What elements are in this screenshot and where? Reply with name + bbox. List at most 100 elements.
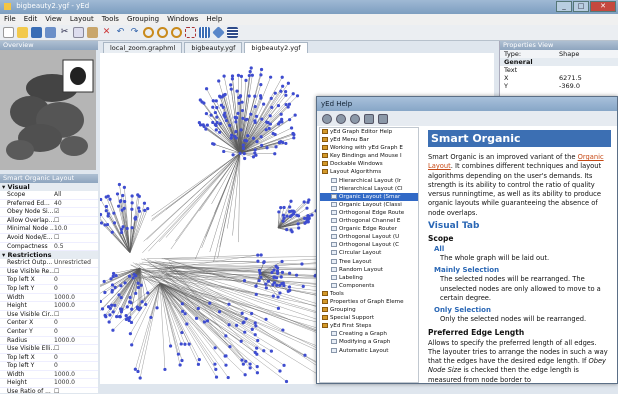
prop-y-value[interactable]: -369.0 — [559, 82, 580, 90]
layout-property-row[interactable]: Center X 0 — [0, 319, 98, 328]
help-toc-item[interactable]: yEd Menu Bar — [320, 136, 418, 144]
copy-icon[interactable] — [73, 27, 84, 38]
layout-property-value[interactable]: 1000.0 — [54, 337, 75, 345]
layout-property-row[interactable]: Height 1000.0 — [0, 379, 98, 389]
layout-property-value[interactable]: 0 — [54, 285, 58, 293]
forward-icon[interactable] — [336, 113, 346, 124]
layout-property-row[interactable]: Top left Y 0 — [0, 285, 98, 294]
layout-property-value[interactable]: ☐ — [54, 388, 59, 393]
layout-property-value[interactable]: 1000.0 — [54, 302, 75, 310]
layout-property-row[interactable]: Preferred Ed... 40 — [0, 200, 98, 209]
snap-icon[interactable] — [212, 26, 225, 39]
prop-x-value[interactable]: 6271.5 — [559, 74, 582, 82]
layout-property-row[interactable]: Width 1000.0 — [0, 294, 98, 303]
layout-icon[interactable] — [227, 27, 238, 38]
general-section[interactable]: General — [504, 58, 533, 66]
layout-property-value[interactable]: 1000.0 — [54, 371, 75, 379]
minimize-button[interactable]: _ — [556, 1, 572, 12]
layout-property-row[interactable]: Top left X 0 — [0, 354, 98, 363]
layout-property-value[interactable]: 10.0 — [54, 225, 67, 233]
layout-property-value[interactable]: 0 — [54, 276, 58, 284]
menu-grouping[interactable]: Grouping — [127, 14, 159, 25]
zoom-area-icon[interactable] — [185, 27, 196, 38]
layout-property-row[interactable]: Top left X 0 — [0, 276, 98, 285]
help-toc-item[interactable]: Tools — [320, 290, 418, 298]
zoom-in-icon[interactable] — [143, 27, 154, 38]
help-toc-item[interactable]: Circular Layout — [320, 249, 418, 257]
tab-local-zoom[interactable]: local_zoom.graphml — [103, 42, 183, 53]
layout-property-row[interactable]: Center Y 0 — [0, 328, 98, 337]
layout-property-value[interactable]: 40 — [54, 200, 62, 208]
layout-property-value[interactable]: 0 — [54, 319, 58, 327]
help-toc-item[interactable]: Special Support — [320, 314, 418, 322]
help-toc-item[interactable]: Orthogonal Layout (U — [320, 233, 418, 241]
undo-icon[interactable]: ↶ — [115, 27, 126, 38]
help-toc-item[interactable]: Components — [320, 282, 418, 290]
help-toc-item[interactable]: Orthogonal Layout (C — [320, 241, 418, 249]
help-toc-item[interactable]: Random Layout — [320, 266, 418, 274]
layout-property-value[interactable]: 1000.0 — [54, 294, 75, 302]
layout-property-value[interactable]: 0 — [54, 328, 58, 336]
save-as-icon[interactable] — [45, 27, 56, 38]
help-toc-item[interactable]: Properties of Graph Eleme — [320, 298, 418, 306]
overview-panel[interactable] — [0, 50, 96, 170]
help-toc-item[interactable]: yEd First Steps — [320, 322, 418, 330]
layout-property-value[interactable]: 0 — [54, 362, 58, 370]
help-toc-item[interactable]: Organic Layout (Smar — [320, 192, 418, 201]
help-toc-item[interactable]: Working with yEd Graph E — [320, 144, 418, 152]
help-toc-item[interactable]: Automatic Layout — [320, 347, 418, 355]
home-icon[interactable] — [350, 113, 360, 124]
menu-tools[interactable]: Tools — [102, 14, 119, 25]
layout-property-row[interactable]: Top left Y 0 — [0, 362, 98, 371]
help-toc-item[interactable]: Organic Edge Router — [320, 225, 418, 233]
tab-bigbeauty2[interactable]: bigbeauty2.ygf — [244, 42, 308, 53]
grid-icon[interactable] — [199, 27, 210, 38]
layout-property-row[interactable]: Allow Overlap... ☐ — [0, 217, 98, 226]
delete-icon[interactable]: ✕ — [101, 27, 112, 38]
save-icon[interactable] — [31, 27, 42, 38]
new-icon[interactable] — [3, 27, 14, 38]
help-toc-item[interactable]: Dockable Windows — [320, 160, 418, 168]
close-button[interactable]: ✕ — [590, 1, 616, 12]
help-toc-item[interactable]: Organic Layout (Classi — [320, 201, 418, 209]
help-toc-item[interactable]: Key Bindings and Mouse I — [320, 152, 418, 160]
cut-icon[interactable]: ✂ — [59, 27, 70, 38]
help-toc-item[interactable]: Modifying a Graph — [320, 338, 418, 346]
layout-property-value[interactable]: 1000.0 — [54, 379, 75, 387]
redo-icon[interactable]: ↷ — [129, 27, 140, 38]
layout-property-value[interactable]: ☐ — [54, 234, 59, 242]
layout-property-value[interactable]: ☑ — [54, 208, 59, 216]
menu-view[interactable]: View — [45, 14, 62, 25]
help-toc-item[interactable]: Hierarchical Layout (Cl — [320, 185, 418, 193]
layout-property-row[interactable]: Radius 1000.0 — [0, 337, 98, 346]
print-icon[interactable] — [364, 113, 374, 124]
menu-help[interactable]: Help — [206, 14, 222, 25]
help-toc-item[interactable]: Creating a Graph — [320, 330, 418, 338]
zoom-fit-icon[interactable] — [171, 27, 182, 38]
layout-property-row[interactable]: Avoid Node/E... ☐ — [0, 234, 98, 243]
layout-property-row[interactable]: Use Visible Elli... ☐ — [0, 345, 98, 354]
layout-property-value[interactable]: ☐ — [54, 345, 59, 353]
layout-property-value[interactable]: ☐ — [54, 268, 59, 276]
help-toc-item[interactable]: Hierarchical Layout (Ir — [320, 177, 418, 185]
layout-property-row[interactable]: Use Visible Cir... ☐ — [0, 311, 98, 320]
layout-property-row[interactable]: Use Visible Re... ☐ — [0, 268, 98, 277]
layout-property-value[interactable]: 0.5 — [54, 243, 64, 251]
help-toc-item[interactable]: Grouping — [320, 306, 418, 314]
tab-bigbeauty[interactable]: bigbeauty.ygf — [184, 42, 243, 53]
layout-property-row[interactable]: Minimal Node ... 10.0 — [0, 225, 98, 234]
open-icon[interactable] — [17, 27, 28, 38]
layout-property-value[interactable]: Unrestricted — [54, 259, 91, 267]
help-toc-item[interactable]: Labeling — [320, 274, 418, 282]
layout-property-row[interactable]: Compactness 0.5 — [0, 243, 98, 252]
layout-property-row[interactable]: Obey Node Si... ☑ — [0, 208, 98, 217]
layout-property-value[interactable]: ☐ — [54, 217, 59, 225]
help-toc-item[interactable]: yEd Graph Editor Help — [320, 128, 418, 136]
layout-property-row[interactable]: Restrict Outp... Unrestricted — [0, 259, 98, 268]
layout-property-value[interactable]: 0 — [54, 354, 58, 362]
layout-property-row[interactable]: Scope All — [0, 191, 98, 200]
menu-file[interactable]: File — [4, 14, 16, 25]
help-toc-item[interactable]: Orthogonal Channel E — [320, 217, 418, 225]
layout-property-row[interactable]: Width 1000.0 — [0, 371, 98, 380]
menu-layout[interactable]: Layout — [70, 14, 94, 25]
